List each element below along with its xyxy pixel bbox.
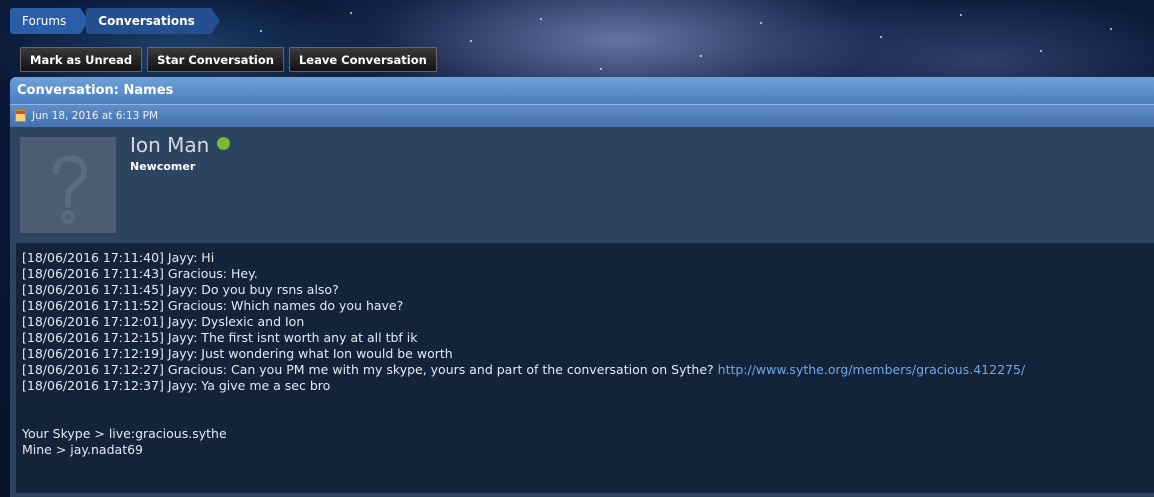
chat-line: [18/06/2016 17:11:45] Jayy: Do you buy r… bbox=[22, 282, 339, 297]
mark-unread-button[interactable]: Mark as Unread bbox=[20, 47, 143, 72]
leave-conversation-button[interactable]: Leave Conversation bbox=[288, 47, 437, 72]
default-avatar-icon bbox=[53, 155, 88, 224]
skype-line-mine: Mine > jay.nadat69 bbox=[22, 442, 143, 457]
star-conversation-button[interactable]: Star Conversation bbox=[147, 47, 284, 72]
breadcrumb: Forums Conversations bbox=[10, 8, 220, 34]
chat-line: [18/06/2016 17:11:52] Gracious: Which na… bbox=[22, 298, 404, 313]
author-name[interactable]: Ion Man bbox=[130, 133, 209, 157]
chat-line: [18/06/2016 17:12:01] Jayy: Dyslexic and… bbox=[22, 314, 305, 329]
chat-line: [18/06/2016 17:11:43] Gracious: Hey. bbox=[22, 266, 258, 281]
chat-line: [18/06/2016 17:12:37] Jayy: Ya give me a… bbox=[22, 378, 331, 393]
skype-line-yours: Your Skype > live:gracious.sythe bbox=[22, 426, 227, 441]
message-body: [18/06/2016 17:11:40] Jayy: Hi [18/06/20… bbox=[16, 243, 1154, 493]
online-status-icon bbox=[217, 137, 231, 150]
profile-link[interactable]: http://www.sythe.org/members/gracious.41… bbox=[718, 362, 1026, 377]
breadcrumb-forums[interactable]: Forums bbox=[10, 8, 90, 34]
breadcrumb-conversations[interactable]: Conversations bbox=[86, 8, 220, 34]
chat-line: [18/06/2016 17:12:19] Jayy: Just wonderi… bbox=[22, 346, 453, 361]
author-username[interactable]: Ion Man bbox=[130, 133, 231, 157]
author-rank: Newcomer bbox=[130, 160, 196, 173]
conversation-title: Conversation: Names bbox=[10, 77, 1154, 104]
chat-line: [18/06/2016 17:12:15] Jayy: The first is… bbox=[22, 330, 418, 345]
conversation-actions: Mark as Unread Star Conversation Leave C… bbox=[20, 47, 437, 72]
chat-line: [18/06/2016 17:11:40] Jayy: Hi bbox=[22, 250, 215, 265]
chat-line: [18/06/2016 17:12:27] Gracious: Can you … bbox=[22, 362, 1148, 378]
message-icon bbox=[15, 110, 26, 122]
message-date-bar: Jun 18, 2016 at 6:13 PM bbox=[10, 104, 1154, 127]
message-date[interactable]: Jun 18, 2016 at 6:13 PM bbox=[32, 105, 158, 127]
avatar[interactable] bbox=[20, 137, 116, 233]
author-block: Ion Man Newcomer bbox=[10, 127, 1154, 241]
chat-line-text: [18/06/2016 17:12:27] Gracious: Can you … bbox=[22, 362, 714, 377]
